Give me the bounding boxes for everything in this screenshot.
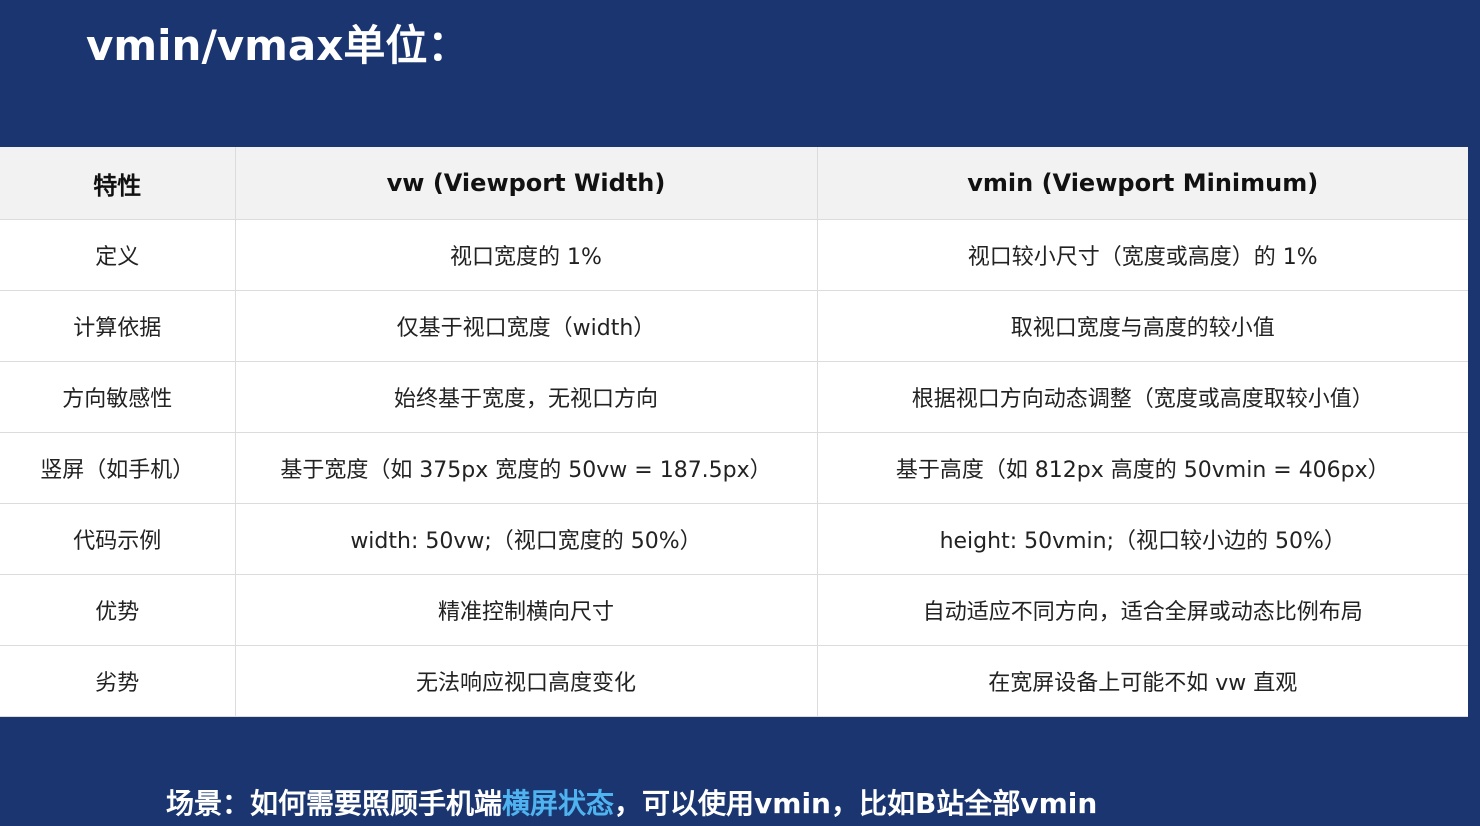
vw-cell: width: 50vw;（视口宽度的 50%）: [235, 503, 818, 575]
row-label: 计算依据: [0, 290, 236, 362]
vmin-cell: 视口较小尺寸（宽度或高度）的 1%: [817, 219, 1468, 291]
table-row: 计算依据 仅基于视口宽度（width） 取视口宽度与高度的较小值: [0, 290, 1468, 362]
vmin-cell: 在宽屏设备上可能不如 vw 直观: [817, 645, 1468, 717]
slide: vmin/vmax单位： 特性 vw (Viewport Width) vmin…: [0, 0, 1480, 826]
row-label: 竖屏（如手机）: [0, 432, 236, 504]
table-row: 劣势 无法响应视口高度变化 在宽屏设备上可能不如 vw 直观: [0, 645, 1468, 717]
table-row: 方向敏感性 始终基于宽度，无视口方向 根据视口方向动态调整（宽度或高度取较小值）: [0, 361, 1468, 433]
vmin-cell: 基于高度（如 812px 高度的 50vmin = 406px）: [817, 432, 1468, 504]
row-label: 代码示例: [0, 503, 236, 575]
table-header-row: 特性 vw (Viewport Width) vmin (Viewport Mi…: [0, 147, 1468, 220]
vmin-cell: 根据视口方向动态调整（宽度或高度取较小值）: [817, 361, 1468, 433]
slide-title: vmin/vmax单位：: [86, 21, 470, 70]
vw-cell: 无法响应视口高度变化: [235, 645, 818, 717]
vw-cell: 视口宽度的 1%: [235, 219, 818, 291]
row-label: 定义: [0, 219, 236, 291]
vmin-cell: 自动适应不同方向，适合全屏或动态比例布局: [817, 574, 1468, 646]
table-row: 定义 视口宽度的 1% 视口较小尺寸（宽度或高度）的 1%: [0, 219, 1468, 291]
header-vw: vw (Viewport Width): [235, 147, 818, 220]
vmin-cell: height: 50vmin;（视口较小边的 50%）: [817, 503, 1468, 575]
row-label: 方向敏感性: [0, 361, 236, 433]
table-row: 优势 精准控制横向尺寸 自动适应不同方向，适合全屏或动态比例布局: [0, 574, 1468, 646]
scenario-caption: 场景：如何需要照顾手机端横屏状态，可以使用vmin，比如B站全部vmin: [166, 782, 1097, 826]
scenario-prefix: 场景：如何需要照顾手机端: [166, 787, 503, 820]
vw-cell: 仅基于视口宽度（width）: [235, 290, 818, 362]
comparison-table: 特性 vw (Viewport Width) vmin (Viewport Mi…: [0, 147, 1468, 717]
vmin-cell: 取视口宽度与高度的较小值: [817, 290, 1468, 362]
header-vmin: vmin (Viewport Minimum): [817, 147, 1468, 220]
table-row: 代码示例 width: 50vw;（视口宽度的 50%） height: 50v…: [0, 503, 1468, 575]
scenario-suffix: ，可以使用vmin，比如B站全部vmin: [614, 787, 1098, 820]
vw-cell: 精准控制横向尺寸: [235, 574, 818, 646]
row-label: 劣势: [0, 645, 236, 717]
row-label: 优势: [0, 574, 236, 646]
vw-cell: 基于宽度（如 375px 宽度的 50vw = 187.5px）: [235, 432, 818, 504]
scenario-highlight: 横屏状态: [502, 787, 615, 820]
header-feature: 特性: [0, 147, 236, 220]
vw-cell: 始终基于宽度，无视口方向: [235, 361, 818, 433]
table-row: 竖屏（如手机） 基于宽度（如 375px 宽度的 50vw = 187.5px）…: [0, 432, 1468, 504]
